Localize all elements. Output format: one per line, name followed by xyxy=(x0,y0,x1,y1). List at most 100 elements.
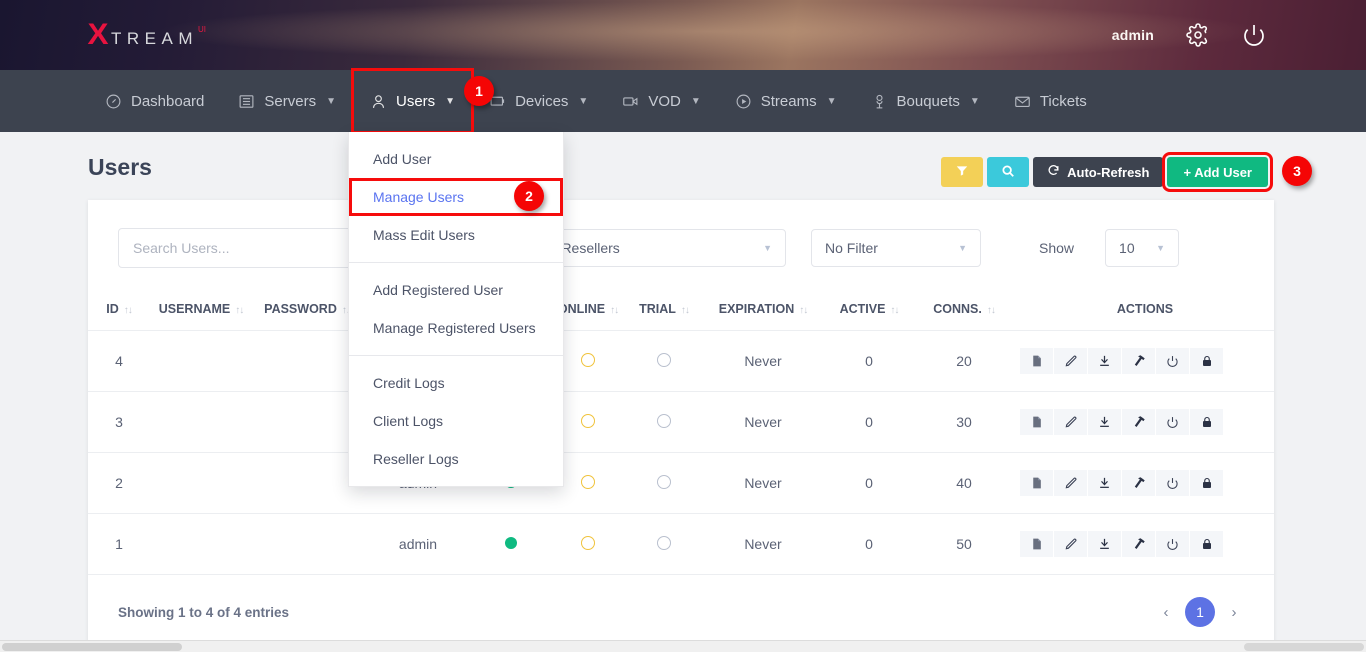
search-button[interactable] xyxy=(987,157,1029,187)
nav-item-servers[interactable]: Servers▼ xyxy=(221,70,353,132)
cell-actions xyxy=(1016,514,1274,575)
action-pencil-button[interactable] xyxy=(1054,409,1087,435)
action-file-button[interactable] xyxy=(1020,409,1053,435)
cell-password xyxy=(252,392,362,453)
action-hammer-button[interactable] xyxy=(1122,531,1155,557)
action-file-button[interactable] xyxy=(1020,348,1053,374)
nav-item-dashboard[interactable]: Dashboard xyxy=(88,70,221,132)
nav-item-streams[interactable]: Streams▼ xyxy=(718,70,854,132)
cell-conns: 50 xyxy=(912,514,1016,575)
cell-username xyxy=(150,392,252,453)
column-label: ID xyxy=(106,302,119,316)
nav-item-vod[interactable]: VOD▼ xyxy=(605,70,717,132)
search-icon xyxy=(1001,164,1015,181)
nav-item-label: Tickets xyxy=(1040,93,1087,110)
cell-owner: admin xyxy=(362,514,474,575)
dropdown-item-add-registered-user[interactable]: Add Registered User xyxy=(349,271,563,309)
cell-password xyxy=(252,331,362,392)
dropdown-item-client-logs[interactable]: Client Logs xyxy=(349,402,563,440)
action-pencil-button[interactable] xyxy=(1054,348,1087,374)
column-header-conns-[interactable]: CONNS.↑↓ xyxy=(912,290,1016,331)
chevron-down-icon: ▼ xyxy=(827,96,837,107)
pagination-prev[interactable]: ‹ xyxy=(1156,597,1176,627)
status-filter-select[interactable]: No Filter ▼ xyxy=(811,229,981,267)
table-row: 2adminNever040 xyxy=(88,453,1274,514)
row-action-group xyxy=(1020,531,1270,557)
action-download-button[interactable] xyxy=(1088,470,1121,496)
dropdown-item-add-user[interactable]: Add User xyxy=(349,140,563,178)
redacted-value xyxy=(267,353,347,366)
action-power-button[interactable] xyxy=(1156,348,1189,374)
action-power-button[interactable] xyxy=(1156,409,1189,435)
column-header-id[interactable]: ID↑↓ xyxy=(88,290,150,331)
nav-item-devices[interactable]: Devices▼ xyxy=(472,70,605,132)
action-lock-button[interactable] xyxy=(1190,470,1223,496)
action-download-button[interactable] xyxy=(1088,531,1121,557)
brand-logo[interactable]: X TREAM UI xyxy=(88,22,206,52)
action-file-button[interactable] xyxy=(1020,531,1053,557)
column-label: ACTIONS xyxy=(1117,302,1173,316)
cell-id: 4 xyxy=(88,331,150,392)
action-hammer-button[interactable] xyxy=(1122,470,1155,496)
page-size-value: 10 xyxy=(1119,240,1135,256)
nav-item-users[interactable]: Users▼ xyxy=(353,70,472,132)
action-lock-button[interactable] xyxy=(1190,409,1223,435)
page-size-select[interactable]: 10 ▼ xyxy=(1105,229,1179,267)
action-lock-button[interactable] xyxy=(1190,531,1223,557)
column-label: CONNS. xyxy=(933,302,982,316)
dropdown-item-credit-logs[interactable]: Credit Logs xyxy=(349,364,563,402)
auto-refresh-button[interactable]: Auto-Refresh xyxy=(1033,157,1163,187)
dropdown-item-reseller-logs[interactable]: Reseller Logs xyxy=(349,440,563,478)
current-user-label[interactable]: admin xyxy=(1112,27,1154,43)
column-header-username[interactable]: USERNAME↑↓ xyxy=(150,290,252,331)
cell-trial xyxy=(628,514,700,575)
reseller-select[interactable]: All Resellers ▼ xyxy=(528,229,786,267)
page-scrollbar-thumb-secondary[interactable] xyxy=(1244,643,1364,651)
dropdown-item-mass-edit-users[interactable]: Mass Edit Users xyxy=(349,216,563,254)
dropdown-item-manage-registered-users[interactable]: Manage Registered Users xyxy=(349,309,563,347)
page-horizontal-scrollbar[interactable] xyxy=(0,640,1366,652)
action-power-button[interactable] xyxy=(1156,470,1189,496)
action-pencil-button[interactable] xyxy=(1054,531,1087,557)
page-scrollbar-thumb[interactable] xyxy=(2,643,182,651)
sort-arrows-icon: ↑↓ xyxy=(681,305,689,316)
redacted-value xyxy=(165,536,237,549)
action-lock-button[interactable] xyxy=(1190,348,1223,374)
column-label: ACTIVE xyxy=(840,302,886,316)
action-download-button[interactable] xyxy=(1088,348,1121,374)
cell-active: 0 xyxy=(826,514,912,575)
add-user-button[interactable]: + Add User xyxy=(1167,157,1268,187)
column-header-active[interactable]: ACTIVE↑↓ xyxy=(826,290,912,331)
column-header-trial[interactable]: TRIAL ↑↓ xyxy=(628,290,700,331)
nav-item-bouquets[interactable]: Bouquets▼ xyxy=(854,70,997,132)
cell-conns: 40 xyxy=(912,453,1016,514)
column-header-expiration[interactable]: EXPIRATION↑↓ xyxy=(700,290,826,331)
action-pencil-button[interactable] xyxy=(1054,470,1087,496)
redacted-value xyxy=(267,414,347,427)
cell-trial xyxy=(628,453,700,514)
gear-icon[interactable] xyxy=(1186,23,1210,47)
action-power-button[interactable] xyxy=(1156,531,1189,557)
row-action-group xyxy=(1020,348,1270,374)
action-hammer-button[interactable] xyxy=(1122,348,1155,374)
cell-active: 0 xyxy=(826,331,912,392)
power-icon[interactable] xyxy=(1242,23,1266,47)
users-card: Search Users... All Resellers ▼ No Filte… xyxy=(88,200,1274,652)
action-file-button[interactable] xyxy=(1020,470,1053,496)
action-hammer-button[interactable] xyxy=(1122,409,1155,435)
step-badge-3: 3 xyxy=(1282,156,1312,186)
cell-password xyxy=(252,453,362,514)
pagination-page-1[interactable]: 1 xyxy=(1185,597,1215,627)
pagination-next[interactable]: › xyxy=(1224,597,1244,627)
nav-item-tickets[interactable]: Tickets xyxy=(997,70,1104,132)
dropdown-separator xyxy=(349,355,563,356)
entries-summary: Showing 1 to 4 of 4 entries xyxy=(118,605,289,620)
cell-id: 2 xyxy=(88,453,150,514)
action-download-button[interactable] xyxy=(1088,409,1121,435)
column-header-password[interactable]: PASSWORD↑↓ xyxy=(252,290,362,331)
column-label: PASSWORD xyxy=(264,302,337,316)
cell-username xyxy=(150,331,252,392)
cell-active: 0 xyxy=(826,453,912,514)
column-label: TRIAL xyxy=(639,302,676,316)
clear-filter-button[interactable] xyxy=(941,157,983,187)
